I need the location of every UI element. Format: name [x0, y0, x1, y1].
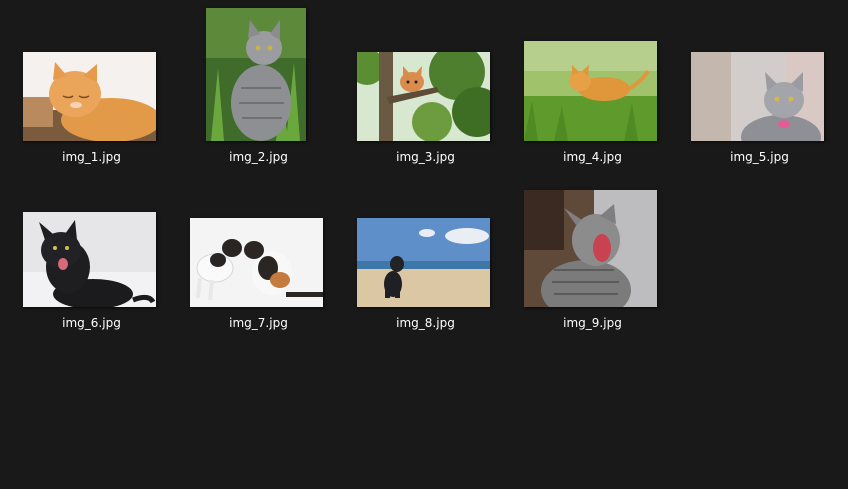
- orange-cat-sleeping-thumbnail: [23, 52, 156, 141]
- file-name: img_1.jpg: [62, 150, 121, 164]
- file-grid: img_1.jpg img_2.jpg img_3.jpg img_4.jpg …: [0, 0, 848, 489]
- file-name: img_6.jpg: [62, 316, 121, 330]
- file-name: img_8.jpg: [396, 316, 455, 330]
- file-item-img-7[interactable]: img_7.jpg: [175, 166, 342, 346]
- dog-on-beach-thumbnail: [357, 218, 490, 307]
- file-item-img-1[interactable]: img_1.jpg: [8, 0, 175, 180]
- file-item-img-8[interactable]: img_8.jpg: [342, 166, 509, 346]
- file-name: img_2.jpg: [229, 150, 288, 164]
- file-item-img-3[interactable]: img_3.jpg: [342, 0, 509, 180]
- file-name: img_5.jpg: [730, 150, 789, 164]
- gray-tabby-in-grass-thumbnail: [206, 8, 306, 141]
- black-kitten-thumbnail: [23, 212, 156, 307]
- gray-cat-pink-collar-thumbnail: [691, 52, 824, 141]
- file-name: img_7.jpg: [229, 316, 288, 330]
- kitten-in-tree-thumbnail: [357, 52, 490, 141]
- orange-cat-on-grass-thumbnail: [524, 41, 657, 141]
- file-name: img_4.jpg: [563, 150, 622, 164]
- yawning-tabby-thumbnail: [524, 190, 657, 307]
- file-name: img_3.jpg: [396, 150, 455, 164]
- file-item-img-9[interactable]: img_9.jpg: [509, 166, 676, 346]
- file-name: img_9.jpg: [563, 316, 622, 330]
- file-item-img-4[interactable]: img_4.jpg: [509, 0, 676, 180]
- file-item-img-5[interactable]: img_5.jpg: [676, 0, 843, 180]
- cats-on-white-thumbnail: [190, 218, 323, 307]
- file-item-img-6[interactable]: img_6.jpg: [8, 166, 175, 346]
- file-item-img-2[interactable]: img_2.jpg: [175, 0, 342, 180]
